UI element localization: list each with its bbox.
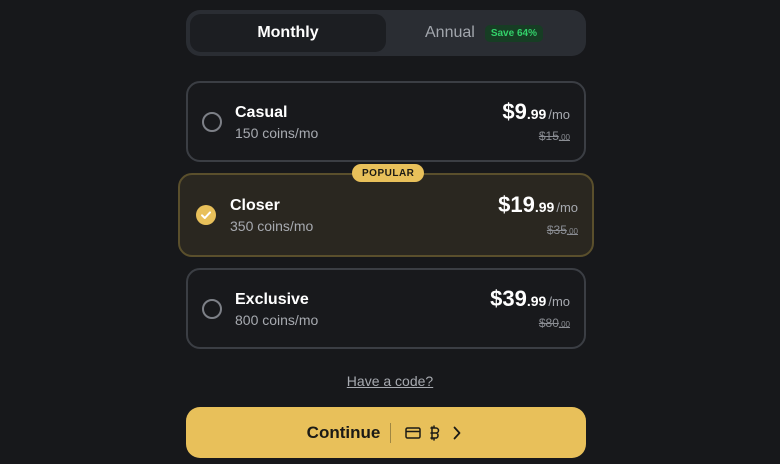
credit-card-icon [405,426,422,439]
original-price: $15.00 [539,129,570,143]
monthly-label: Monthly [257,24,319,41]
chevron-right-icon [453,426,461,440]
radio-exclusive[interactable] [202,299,222,319]
original-cents: .00 [566,227,578,236]
annual-tab[interactable]: Annual Save 64% [386,14,582,52]
billing-toggle: Monthly Annual Save 64% [186,10,586,56]
continue-button[interactable]: Continue [186,407,586,458]
button-divider [390,422,392,443]
continue-label: Continue [306,422,381,442]
original-price: $35.00 [547,223,578,237]
original-price: $80.00 [539,316,570,330]
price-period: /mo [548,107,570,122]
original-cents: .00 [558,133,570,142]
popular-badge: POPULAR [352,164,425,182]
plan-card-closer[interactable]: Closer 350 coins/mo $19.99/mo $35.00 [178,173,594,257]
bitcoin-icon [429,424,441,441]
plan-coins: 150 coins/mo [235,125,319,141]
have-a-code-link[interactable]: Have a code? [0,373,780,389]
pricing-panel: Monthly Annual Save 64% Casual 150 coins… [0,0,780,464]
plan-card-exclusive[interactable]: Exclusive 800 coins/mo $39.99/mo $80.00 [186,268,586,349]
plan-coins: 350 coins/mo [230,218,314,234]
plan-price: $39.99/mo [490,286,570,312]
plan-card-casual[interactable]: Casual 150 coins/mo $9.99/mo $15.00 [186,81,586,162]
annual-label: Annual [425,24,475,41]
price-cents: .99 [534,199,555,215]
monthly-tab[interactable]: Monthly [190,14,386,52]
price-whole: $19 [498,192,535,217]
original-whole: $80 [538,316,559,330]
price-period: /mo [556,200,578,215]
price-cents: .99 [526,106,547,122]
plan-price: $19.99/mo [498,192,578,218]
plan-name: Closer [230,197,280,214]
price-whole: $39 [490,286,527,311]
radio-casual[interactable] [202,112,222,132]
plan-name: Casual [235,104,288,121]
check-icon [201,211,211,219]
save-badge: Save 64% [484,24,543,42]
original-whole: $15 [538,129,559,143]
price-cents: .99 [526,293,547,309]
radio-closer[interactable] [196,205,216,225]
price-period: /mo [548,294,570,309]
original-cents: .00 [558,320,570,329]
original-whole: $35 [546,223,567,237]
plan-price: $9.99/mo [502,99,570,125]
plan-coins: 800 coins/mo [235,312,319,328]
price-whole: $9 [502,99,527,124]
plan-name: Exclusive [235,291,309,308]
